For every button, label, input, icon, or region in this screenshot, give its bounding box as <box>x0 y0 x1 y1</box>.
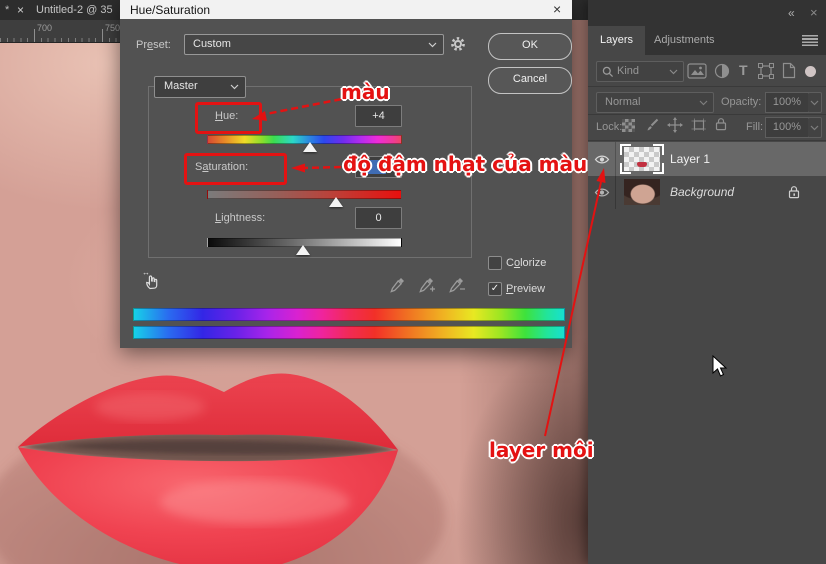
lock-all-icon[interactable] <box>715 117 727 134</box>
saturation-slider-track[interactable] <box>207 190 402 199</box>
eyedropper-minus-icon[interactable] <box>449 276 465 297</box>
ok-button[interactable]: OK <box>488 33 572 60</box>
layer-thumbnail-frame[interactable] <box>620 144 664 174</box>
divider <box>615 142 616 176</box>
fill-label: Fill: <box>746 121 764 133</box>
chevron-down-icon <box>699 100 708 106</box>
selection-corner <box>620 163 631 174</box>
dialog-title: Hue/Saturation <box>130 3 211 17</box>
hue-highlight-box <box>195 102 262 134</box>
filter-toggle-icon[interactable] <box>805 66 816 77</box>
annotation-hue: màu <box>341 80 390 104</box>
filter-adjustment-layers-icon[interactable] <box>714 63 730 82</box>
blend-mode-value: Normal <box>605 96 641 108</box>
selection-corner <box>653 144 664 155</box>
targeted-adjustment-hand-icon[interactable] <box>144 272 162 294</box>
chevron-down-icon <box>230 84 239 90</box>
close-panel-icon[interactable]: × <box>810 5 818 20</box>
divider <box>588 86 826 87</box>
chevron-down-icon <box>810 100 819 106</box>
lock-label: Lock: <box>596 121 623 133</box>
ruler-label: 750 <box>105 23 121 33</box>
ruler-label: 700 <box>37 23 53 33</box>
search-icon <box>602 66 614 85</box>
horizontal-ruler: 700 750 <box>0 20 120 43</box>
hue-slider-handle[interactable] <box>303 142 317 152</box>
eyedropper-icon[interactable] <box>390 276 406 297</box>
annotation-saturation: độ đậm nhạt của màu <box>343 152 588 176</box>
lightness-slider-handle[interactable] <box>296 245 310 255</box>
selection-corner <box>653 163 664 174</box>
lightness-value-field[interactable]: 0 <box>355 207 402 229</box>
chevron-down-icon <box>428 42 437 48</box>
preset-label: Preset: <box>136 39 171 51</box>
panel-tab-bar: Layers Adjustments <box>588 26 826 55</box>
visibility-eye-icon[interactable] <box>594 154 610 168</box>
filter-pixel-layers-icon[interactable] <box>687 63 707 82</box>
dialog-titlebar[interactable]: Hue/Saturation × <box>120 0 572 19</box>
saturation-highlight-box <box>184 153 287 185</box>
gear-icon[interactable] <box>450 36 466 55</box>
opacity-value-field[interactable]: 100% <box>765 92 809 113</box>
visibility-eye-icon[interactable] <box>594 187 610 201</box>
layer-row-background[interactable]: Background <box>588 176 826 209</box>
preview-label: Preview <box>506 283 546 295</box>
tab-adjustments[interactable]: Adjustments <box>654 34 715 46</box>
unsaved-asterisk: * <box>5 4 10 16</box>
selection-corner <box>620 144 631 155</box>
tab-close-icon[interactable]: × <box>17 3 24 17</box>
preset-dropdown[interactable]: Custom <box>184 34 444 55</box>
panel-menu-icon[interactable] <box>802 35 818 46</box>
cancel-button[interactable]: Cancel <box>488 67 572 94</box>
lips-mark <box>637 162 647 167</box>
preview-checkbox[interactable]: ✓ <box>488 282 502 296</box>
lightness-label: Lightness: <box>215 212 266 224</box>
panel-header: « × <box>588 0 826 26</box>
layer-row-layer1[interactable]: Layer 1 <box>588 142 826 176</box>
lock-transparency-icon[interactable] <box>622 119 635 132</box>
fill-dropdown-chevron[interactable] <box>808 117 822 138</box>
chevron-down-icon <box>810 125 819 131</box>
colorize-label: Colorize <box>506 257 547 269</box>
ruler-major-tick <box>102 29 103 42</box>
divider <box>588 140 826 141</box>
dialog-close-icon[interactable]: × <box>553 1 561 17</box>
layer-name[interactable]: Background <box>670 185 734 199</box>
hue-value-field[interactable]: +4 <box>355 105 402 127</box>
divider <box>588 114 826 115</box>
tab-layers[interactable]: Layers <box>588 26 645 55</box>
spectrum-bar-before <box>133 308 565 321</box>
opacity-dropdown-chevron[interactable] <box>808 92 822 113</box>
photoshop-window: * × Untitled-2 @ 35 700 750 Hue/Saturati… <box>0 0 826 564</box>
layers-panel: « × Layers Adjustments Kind T Normal Opa… <box>588 0 826 564</box>
layer-thumbnail[interactable] <box>624 179 660 205</box>
spectrum-bar-after <box>133 326 565 339</box>
document-tab-title[interactable]: Untitled-2 @ 35 <box>36 4 113 16</box>
blend-mode-dropdown[interactable]: Normal <box>596 92 714 113</box>
ruler-major-tick <box>34 29 35 42</box>
channel-value: Master <box>164 80 198 92</box>
locked-layer-icon <box>788 185 800 202</box>
annotation-layer: layer môi <box>489 438 594 462</box>
filter-shape-layers-icon[interactable] <box>758 63 774 82</box>
fill-value-field[interactable]: 100% <box>765 117 809 138</box>
layer-name[interactable]: Layer 1 <box>670 152 710 166</box>
divider <box>615 176 616 209</box>
filter-kind-dropdown[interactable]: Kind <box>596 61 684 82</box>
opacity-label: Opacity: <box>721 96 762 108</box>
channel-dropdown[interactable]: Master <box>154 76 246 98</box>
lock-position-move-icon[interactable] <box>667 117 683 136</box>
preset-value: Custom <box>193 38 231 50</box>
filter-type-layers-icon[interactable]: T <box>739 62 748 78</box>
saturation-slider-handle[interactable] <box>329 197 343 207</box>
eyedropper-plus-icon[interactable] <box>419 276 435 297</box>
lock-artboard-icon[interactable] <box>691 118 707 135</box>
lock-pixels-brush-icon[interactable] <box>645 118 659 135</box>
filter-smart-object-icon[interactable] <box>782 62 796 82</box>
colorize-checkbox[interactable] <box>488 256 502 270</box>
collapse-panel-icon[interactable]: « <box>788 6 795 20</box>
chevron-down-icon <box>669 69 678 75</box>
